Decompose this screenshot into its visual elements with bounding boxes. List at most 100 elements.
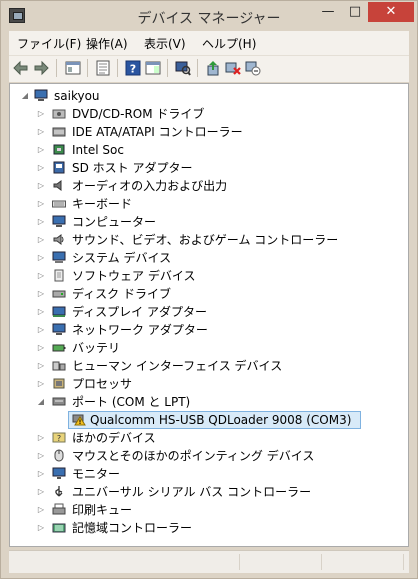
- qualcomm-device-label: Qualcomm HS-USB QDLoader 9008 (COM3): [90, 413, 352, 427]
- category-label: ユニバーサル シリアル バス コントローラー: [72, 485, 312, 499]
- menu-action[interactable]: 操作(A): [86, 35, 128, 52]
- expand-arrow-icon[interactable]: ▷: [36, 177, 46, 195]
- expand-arrow-icon[interactable]: ▷: [36, 231, 46, 249]
- expand-arrow-icon[interactable]: ▷: [36, 321, 46, 339]
- expand-arrow-icon[interactable]: ▷: [36, 483, 46, 501]
- category-label: ディスク ドライブ: [72, 287, 171, 301]
- expand-arrow-icon[interactable]: ▷: [36, 447, 46, 465]
- menu-help[interactable]: ヘルプ(H): [202, 35, 256, 52]
- tree-category-speaker[interactable]: ▷ オーディオの入力および出力: [10, 177, 390, 195]
- status-cell-main: [9, 554, 240, 570]
- category-label: マウスとそのほかのポインティング デバイス: [72, 449, 315, 463]
- tree-category-battery[interactable]: ▷ バッテリ: [10, 339, 390, 357]
- maximize-button[interactable]: □: [342, 2, 368, 22]
- expand-arrow-icon[interactable]: ▷: [36, 249, 46, 267]
- status-cell-3: [323, 554, 404, 570]
- tree-category-software-device[interactable]: ▷ ソフトウェア デバイス: [10, 267, 390, 285]
- sd-host-icon: [53, 161, 65, 174]
- minimize-button[interactable]: —: [315, 2, 341, 22]
- back-icon[interactable]: [13, 60, 29, 76]
- tree-category-system-device[interactable]: ▷ システム デバイス: [10, 249, 390, 267]
- tree-category-port[interactable]: ◢ ポート (COM と LPT): [10, 393, 390, 411]
- processor-icon: [53, 378, 65, 389]
- category-label: ヒューマン インターフェイス デバイス: [72, 359, 283, 373]
- expand-arrow-icon[interactable]: ▷: [36, 519, 46, 537]
- disable-icon[interactable]: [245, 60, 261, 76]
- root-label: saikyou: [54, 89, 100, 103]
- category-label: IDE ATA/ATAPI コントローラー: [72, 125, 243, 139]
- category-label: プロセッサ: [72, 377, 133, 391]
- display-adapter-icon: [52, 306, 66, 317]
- expand-arrow-icon[interactable]: ▷: [36, 375, 46, 393]
- mouse-icon: [54, 449, 64, 462]
- menu-view[interactable]: 表示(V): [144, 35, 186, 52]
- category-label: DVD/CD-ROM ドライブ: [72, 107, 205, 121]
- expand-arrow-icon[interactable]: ▷: [36, 357, 46, 375]
- device-tree[interactable]: ◢ saikyou ▷ DVD/CD-ROM ドライブ ▷ IDE ATA/ATAPI…: [9, 83, 409, 547]
- expand-arrow-icon[interactable]: ▷: [36, 339, 46, 357]
- category-label: 記憶域コントローラー: [72, 521, 193, 535]
- collapse-arrow-icon[interactable]: ◢: [36, 393, 46, 411]
- forward-icon[interactable]: [33, 60, 49, 76]
- category-label: 印刷キュー: [72, 503, 133, 517]
- tree-category-unknown-device[interactable]: ▷? ほかのデバイス: [10, 429, 390, 447]
- category-label: ソフトウェア デバイス: [72, 269, 196, 283]
- help-icon[interactable]: ?: [125, 60, 141, 76]
- title-bar[interactable]: デバイス マネージャー — □ ✕: [1, 1, 417, 31]
- category-label: ポート (COM と LPT): [72, 395, 191, 409]
- expand-arrow-icon[interactable]: ▷: [36, 105, 46, 123]
- tree-category-keyboard[interactable]: ▷ キーボード: [10, 195, 390, 213]
- tree-category-dvd-drive[interactable]: ▷ DVD/CD-ROM ドライブ: [10, 105, 390, 123]
- expand-arrow-icon[interactable]: ▷: [36, 501, 46, 519]
- expand-arrow-icon[interactable]: ▷: [36, 123, 46, 141]
- category-label: モニター: [72, 467, 121, 481]
- expand-arrow-icon[interactable]: ▷: [36, 141, 46, 159]
- close-button[interactable]: ✕: [368, 2, 414, 22]
- expand-arrow-icon[interactable]: ▷: [36, 285, 46, 303]
- tree-category-display-adapter[interactable]: ▷ ディスプレイ アダプター: [10, 303, 390, 321]
- storage-controller-icon: [52, 523, 66, 533]
- menu-bar: ファイル(F) 操作(A) 表示(V) ヘルプ(H): [9, 31, 409, 55]
- port-icon: [52, 397, 66, 406]
- expand-arrow-icon[interactable]: ▷: [36, 159, 46, 177]
- tree-category-mouse[interactable]: ▷ マウスとそのほかのポインティング デバイス: [10, 447, 390, 465]
- tree-category-hid[interactable]: ▷ ヒューマン インターフェイス デバイス: [10, 357, 390, 375]
- tree-category-chip[interactable]: ▷ Intel Soc: [10, 141, 390, 159]
- category-label: Intel Soc: [72, 143, 124, 157]
- tree-category-disk-drive[interactable]: ▷ ディスク ドライブ: [10, 285, 390, 303]
- expand-arrow-icon[interactable]: ▷: [36, 303, 46, 321]
- expand-arrow-icon[interactable]: ▷: [36, 213, 46, 231]
- device-item-qualcomm[interactable]: Qualcomm HS-USB QDLoader 9008 (COM3): [10, 411, 390, 429]
- tree-category-sd-host[interactable]: ▷ SD ホスト アダプター: [10, 159, 390, 177]
- category-label: ほかのデバイス: [72, 431, 156, 445]
- update-driver-icon[interactable]: [205, 60, 221, 76]
- status-bar: [9, 550, 409, 573]
- expand-arrow-icon[interactable]: ▷: [36, 429, 46, 447]
- category-label: キーボード: [72, 197, 133, 211]
- tree-category-sound[interactable]: ▷ サウンド、ビデオ、およびゲーム コントローラー: [10, 231, 390, 249]
- expand-arrow-icon[interactable]: ▷: [36, 465, 46, 483]
- collapse-arrow-icon[interactable]: ◢: [20, 87, 30, 105]
- category-label: ネットワーク アダプター: [72, 323, 208, 337]
- action-pane-icon[interactable]: [145, 60, 161, 76]
- tree-root[interactable]: ◢ saikyou: [10, 87, 390, 105]
- scan-hardware-icon[interactable]: [175, 60, 191, 76]
- svg-text:?: ?: [57, 434, 61, 443]
- uninstall-icon[interactable]: [225, 60, 241, 76]
- tree-category-printer[interactable]: ▷ 印刷キュー: [10, 501, 390, 519]
- tree-category-monitor[interactable]: ▷ モニター: [10, 465, 390, 483]
- properties-icon[interactable]: [65, 60, 81, 76]
- show-hidden-icon[interactable]: [95, 60, 111, 76]
- tree-category-ide-controller[interactable]: ▷ IDE ATA/ATAPI コントローラー: [10, 123, 390, 141]
- ide-controller-icon: [52, 127, 66, 137]
- menu-file[interactable]: ファイル(F): [17, 35, 81, 52]
- tree-category-usb[interactable]: ▷ ユニバーサル シリアル バス コントローラー: [10, 483, 390, 501]
- tree-category-storage-controller[interactable]: ▷ 記憶域コントローラー: [10, 519, 390, 537]
- expand-arrow-icon[interactable]: ▷: [36, 195, 46, 213]
- tree-category-computer[interactable]: ▷ コンピューター: [10, 213, 390, 231]
- expand-arrow-icon[interactable]: ▷: [36, 267, 46, 285]
- category-label: システム デバイス: [72, 251, 172, 265]
- tree-category-processor[interactable]: ▷ プロセッサ: [10, 375, 390, 393]
- tree-category-network-adapter[interactable]: ▷ ネットワーク アダプター: [10, 321, 390, 339]
- category-label: SD ホスト アダプター: [72, 161, 193, 175]
